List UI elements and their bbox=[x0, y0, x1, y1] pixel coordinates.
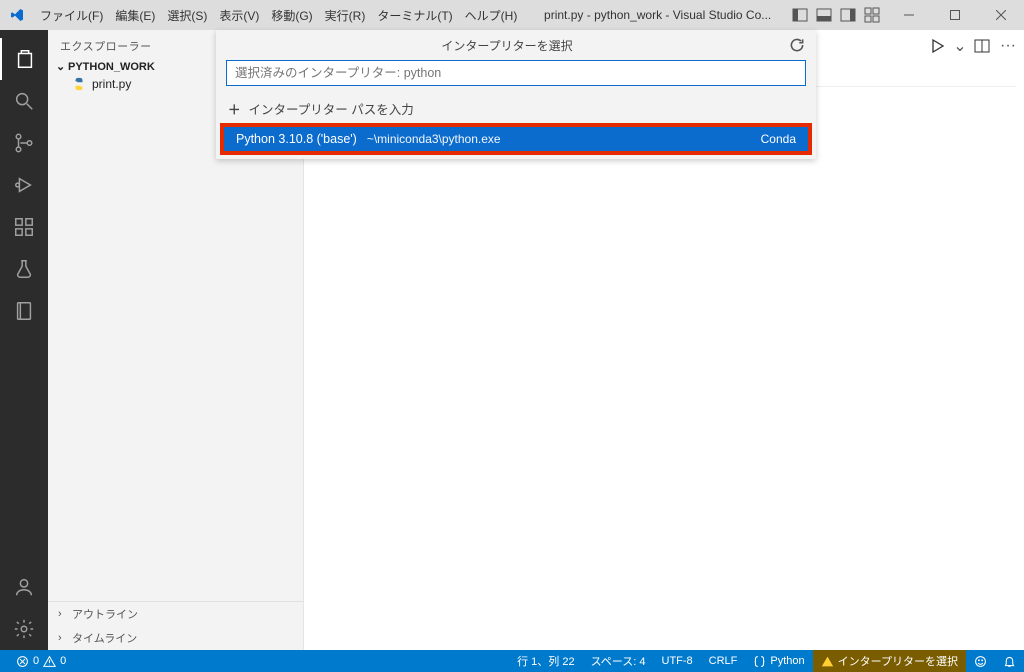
search-icon[interactable] bbox=[0, 80, 48, 122]
menu-selection[interactable]: 選択(S) bbox=[161, 7, 213, 24]
interpreter-enter-path-label: インタープリター パスを入力 bbox=[249, 99, 414, 118]
testing-icon[interactable] bbox=[0, 248, 48, 290]
layout-panel-left-icon[interactable] bbox=[792, 7, 808, 23]
status-bar: 0 0 行 1、列 22 スペース: 4 UTF-8 CRLF Python イ… bbox=[0, 650, 1024, 672]
more-icon[interactable]: ··· bbox=[1000, 38, 1016, 54]
outline-label: アウトライン bbox=[72, 606, 138, 622]
interpreter-enter-path[interactable]: ＋ インタープリター パスを入力 bbox=[216, 94, 816, 123]
accounts-icon[interactable] bbox=[0, 566, 48, 608]
status-language[interactable]: Python bbox=[745, 650, 812, 672]
status-encoding[interactable]: UTF-8 bbox=[654, 650, 701, 672]
interpreter-search-input[interactable] bbox=[226, 60, 806, 86]
layout-customize-icon[interactable] bbox=[864, 7, 880, 23]
activity-bar bbox=[0, 30, 48, 650]
chevron-right-icon: › bbox=[58, 632, 66, 644]
menu-run[interactable]: 実行(R) bbox=[319, 7, 372, 24]
status-eol[interactable]: CRLF bbox=[701, 650, 746, 672]
minimize-button[interactable] bbox=[886, 0, 932, 30]
maximize-button[interactable] bbox=[932, 0, 978, 30]
run-play-icon[interactable] bbox=[930, 38, 946, 54]
interpreter-picker-title: インタープリターを選択 bbox=[226, 37, 788, 54]
explorer-icon[interactable] bbox=[0, 38, 48, 80]
status-feedback-icon[interactable] bbox=[966, 650, 995, 672]
interpreter-picker: インタープリターを選択 ＋ インタープリター パスを入力 Python 3.10… bbox=[216, 30, 816, 159]
plus-icon: ＋ bbox=[228, 99, 241, 118]
menu-file[interactable]: ファイル(F) bbox=[34, 7, 109, 24]
menu-bar: ファイル(F) 編集(E) 選択(S) 表示(V) 移動(G) 実行(R) ター… bbox=[34, 7, 523, 24]
menu-terminal[interactable]: ターミナル(T) bbox=[371, 7, 458, 24]
timeline-section[interactable]: › タイムライン bbox=[48, 626, 303, 650]
interpreter-option-path: ~\miniconda3\python.exe bbox=[367, 132, 501, 146]
layout-panel-right-icon[interactable] bbox=[840, 7, 856, 23]
python-file-icon bbox=[72, 77, 86, 91]
interpreter-option-tag: Conda bbox=[761, 132, 796, 146]
layout-panel-bottom-icon[interactable] bbox=[816, 7, 832, 23]
folder-label: PYTHON_WORK bbox=[68, 61, 155, 73]
window-controls bbox=[886, 0, 1024, 30]
refresh-icon[interactable] bbox=[788, 36, 806, 54]
status-interpreter-label: インタープリターを選択 bbox=[838, 653, 958, 669]
extensions-icon[interactable] bbox=[0, 206, 48, 248]
timeline-label: タイムライン bbox=[72, 630, 137, 646]
chevron-right-icon: › bbox=[58, 608, 66, 620]
outline-section[interactable]: › アウトライン bbox=[48, 602, 303, 626]
status-language-label: Python bbox=[770, 655, 804, 667]
chevron-down-icon: ⌄ bbox=[56, 60, 64, 73]
run-debug-icon[interactable] bbox=[0, 164, 48, 206]
vscode-logo-icon bbox=[0, 7, 34, 23]
interpreter-option-conda-base[interactable]: Python 3.10.8 ('base') ~\miniconda3\pyth… bbox=[224, 127, 808, 151]
menu-go[interactable]: 移動(G) bbox=[265, 7, 318, 24]
menu-view[interactable]: 表示(V) bbox=[213, 7, 265, 24]
split-editor-icon[interactable] bbox=[974, 38, 990, 54]
status-cursor[interactable]: 行 1、列 22 bbox=[509, 650, 582, 672]
menu-help[interactable]: ヘルプ(H) bbox=[459, 7, 524, 24]
titlebar: ファイル(F) 編集(E) 選択(S) 表示(V) 移動(G) 実行(R) ター… bbox=[0, 0, 1024, 30]
file-label: print.py bbox=[92, 77, 131, 91]
status-errors-count: 0 bbox=[33, 655, 39, 667]
menu-edit[interactable]: 編集(E) bbox=[109, 7, 161, 24]
run-chevron-icon[interactable]: ⌄ bbox=[956, 38, 964, 54]
status-bell-icon[interactable] bbox=[995, 650, 1024, 672]
window-title: print.py - python_work - Visual Studio C… bbox=[523, 8, 792, 22]
close-button[interactable] bbox=[978, 0, 1024, 30]
status-problems[interactable]: 0 0 bbox=[8, 655, 74, 668]
notebook-icon[interactable] bbox=[0, 290, 48, 332]
settings-gear-icon[interactable] bbox=[0, 608, 48, 650]
status-interpreter[interactable]: インタープリターを選択 bbox=[813, 650, 966, 672]
status-spaces[interactable]: スペース: 4 bbox=[583, 650, 654, 672]
interpreter-option-label: Python 3.10.8 ('base') bbox=[236, 132, 357, 146]
status-warnings-count: 0 bbox=[60, 655, 66, 667]
interpreter-search-wrapper bbox=[226, 60, 806, 86]
source-control-icon[interactable] bbox=[0, 122, 48, 164]
interpreter-selected-highlight: Python 3.10.8 ('base') ~\miniconda3\pyth… bbox=[220, 123, 812, 155]
